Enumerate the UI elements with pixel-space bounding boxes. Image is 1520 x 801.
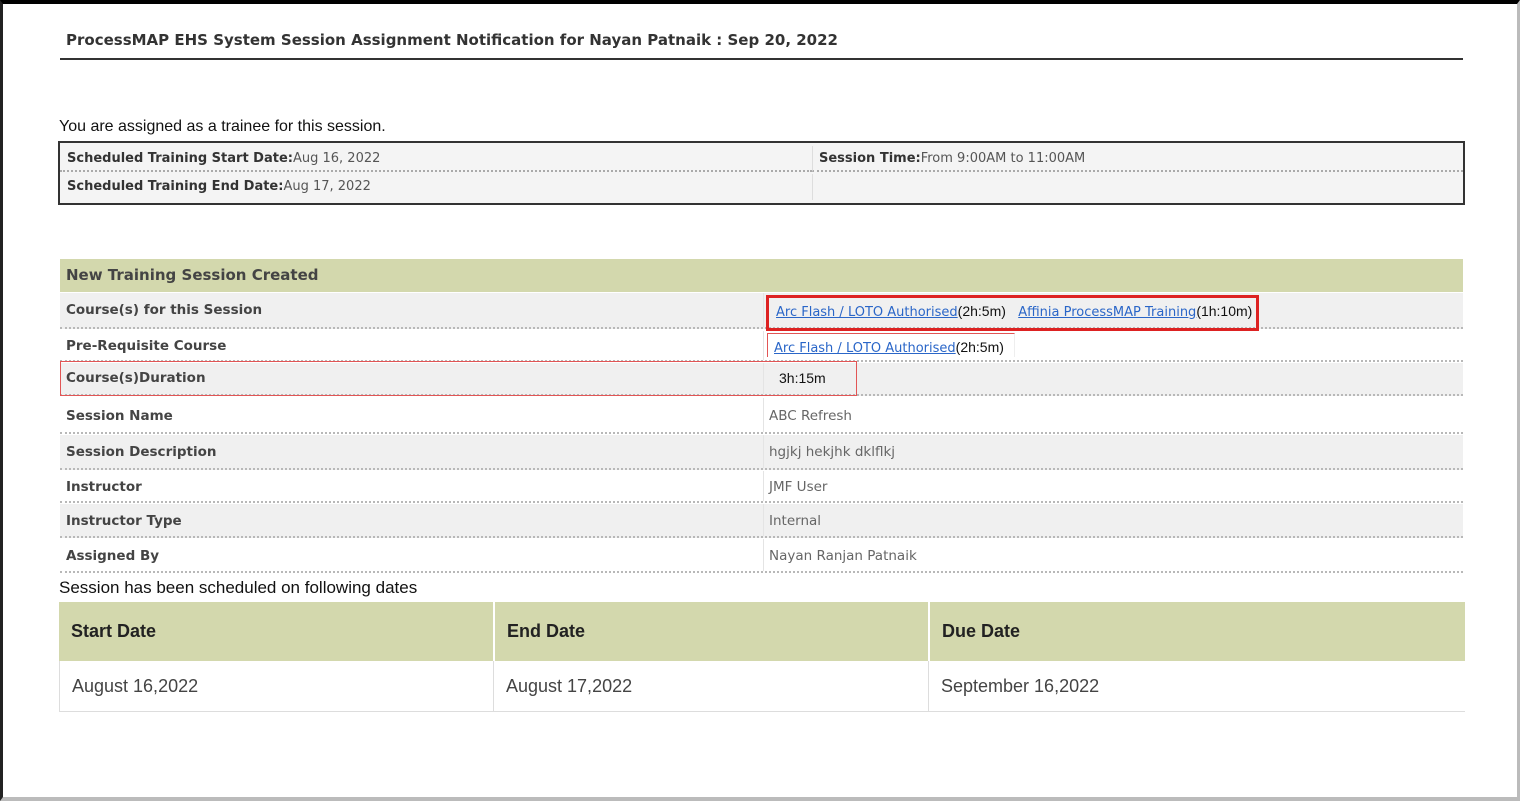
- instructor-row: Instructor JMF User: [60, 471, 1463, 503]
- empty-cell: [812, 174, 1463, 200]
- schedule-caption: Session has been scheduled on following …: [59, 578, 418, 597]
- session-section-header: New Training Session Created: [60, 259, 1463, 292]
- session-time-label: Session Time:: [819, 151, 921, 166]
- end-date-value: Aug 17, 2022: [283, 179, 371, 194]
- header-start-date: Start Date: [71, 621, 157, 641]
- schedule-dates-table: Start Date End Date Due Date August 16,2…: [59, 602, 1465, 712]
- courses-row: Course(s) for this Session Arc Flash / L…: [60, 293, 1463, 329]
- instructor-type-label: Instructor Type: [66, 513, 182, 529]
- start-date-label: Scheduled Training Start Date:: [67, 151, 293, 166]
- header-end-date: End Date: [493, 602, 928, 661]
- session-description-row: Session Description hgjkj hekjhk dklflkj: [60, 435, 1463, 470]
- duration-value: 3h:15m: [779, 370, 826, 386]
- prereq-label: Pre-Requisite Course: [66, 338, 227, 354]
- end-date-cell: Scheduled Training End Date:Aug 17, 2022: [60, 174, 812, 200]
- session-name-row: Session Name ABC Refresh: [60, 398, 1463, 434]
- session-time-value: From 9:00AM to 11:00AM: [920, 151, 1086, 166]
- duration-label: Course(s)Duration: [66, 370, 206, 386]
- cell-start-date: August 16,2022: [59, 661, 493, 711]
- instructor-value: JMF User: [763, 471, 1463, 501]
- instructor-type-value: Internal: [763, 504, 1463, 536]
- schedule-summary-table: Scheduled Training Start Date:Aug 16, 20…: [58, 141, 1465, 205]
- start-date-cell: Scheduled Training Start Date:Aug 16, 20…: [60, 146, 812, 172]
- session-description-label: Session Description: [66, 444, 217, 460]
- prereq-course-duration: (2h:5m): [955, 339, 1004, 355]
- courses-value: Arc Flash / LOTO Authorised(2h:5m) Affin…: [763, 293, 1463, 327]
- assigned-by-value: Nayan Ranjan Patnaik: [763, 539, 1463, 571]
- prereq-value: Arc Flash / LOTO Authorised(2h:5m): [763, 331, 1463, 360]
- cell-due-date: September 16,2022: [928, 661, 1465, 711]
- notification-title: ProcessMAP EHS System Session Assignment…: [66, 31, 838, 49]
- session-name-label: Session Name: [66, 408, 173, 424]
- assigned-by-label: Assigned By: [66, 548, 160, 564]
- prereq-row: Pre-Requisite Course Arc Flash / LOTO Au…: [60, 331, 1463, 362]
- end-date-label: Scheduled Training End Date:: [67, 179, 284, 194]
- instructor-type-row: Instructor Type Internal: [60, 504, 1463, 538]
- duration-value-cell: 3h:15m: [763, 363, 1463, 394]
- start-date-value: Aug 16, 2022: [292, 151, 381, 166]
- cell-end-date: August 17,2022: [493, 661, 928, 711]
- duration-row: Course(s)Duration 3h:15m: [60, 363, 1463, 396]
- prereq-course-link[interactable]: Arc Flash / LOTO Authorised: [774, 341, 956, 356]
- course-link-affinia[interactable]: Affinia ProcessMAP Training: [1018, 305, 1196, 320]
- course-duration-affinia: (1h:10m): [1196, 303, 1253, 319]
- course-duration-arc-flash: (2h:5m): [957, 303, 1006, 319]
- assignment-message: You are assigned as a trainee for this s…: [59, 118, 386, 135]
- instructor-label: Instructor: [66, 479, 142, 495]
- title-divider: [60, 58, 1463, 60]
- schedule-header-row: Start Date End Date Due Date: [59, 602, 1465, 661]
- session-time-cell: Session Time:From 9:00AM to 11:00AM: [812, 146, 1463, 172]
- courses-label: Course(s) for this Session: [66, 302, 263, 318]
- session-name-value: ABC Refresh: [763, 398, 1463, 432]
- assigned-by-row: Assigned By Nayan Ranjan Patnaik: [60, 539, 1463, 573]
- session-description-value: hgjkj hekjhk dklflkj: [763, 435, 1463, 468]
- course-link-arc-flash[interactable]: Arc Flash / LOTO Authorised: [776, 305, 958, 320]
- table-row: August 16,2022 August 17,2022 September …: [59, 661, 1465, 712]
- header-due-date: Due Date: [928, 602, 1465, 661]
